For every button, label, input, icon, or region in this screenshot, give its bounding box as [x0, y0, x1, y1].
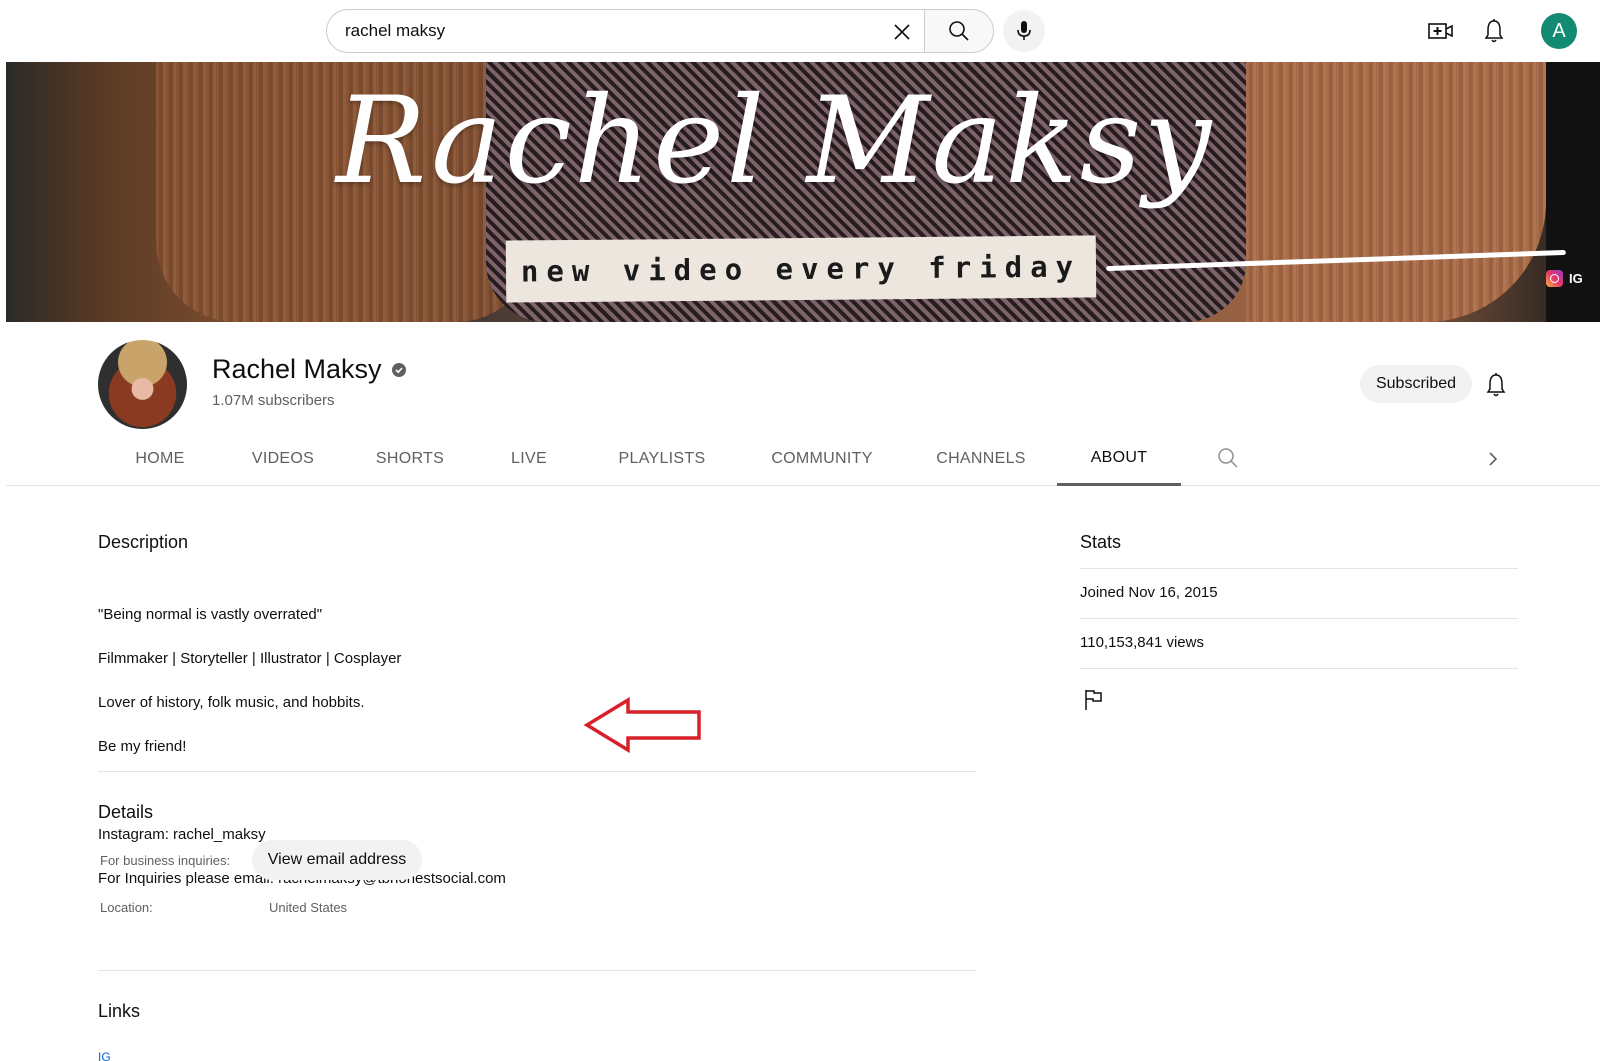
clear-search-button[interactable]	[890, 20, 914, 44]
description-blank-line	[98, 780, 506, 802]
avatar-letter: A	[1552, 19, 1566, 42]
channel-banner: Rachel Maksy new video every friday IG	[6, 62, 1600, 322]
banner-wood-right	[1246, 62, 1546, 322]
banner-tagline: new video every friday	[520, 249, 1082, 289]
banner-instagram-link[interactable]: IG	[1546, 270, 1583, 287]
search-box	[326, 9, 924, 53]
search-input[interactable]	[345, 21, 865, 41]
search-button[interactable]	[924, 9, 994, 53]
account-avatar-button[interactable]: A	[1541, 13, 1577, 49]
view-email-button[interactable]: View email address	[252, 840, 422, 880]
verified-check-icon	[391, 362, 406, 377]
description-line: Lover of history, folk music, and hobbit…	[98, 694, 365, 711]
joined-date: Joined Nov 16, 2015	[1080, 584, 1218, 601]
voice-search-button[interactable]	[1003, 10, 1045, 52]
chevron-right-icon	[1489, 452, 1498, 466]
notifications-button[interactable]	[1479, 15, 1509, 47]
annotation-arrow-icon	[584, 697, 701, 753]
stats-divider	[1080, 618, 1518, 619]
link-ig[interactable]: IG	[98, 1050, 111, 1061]
tab-community[interactable]: COMMUNITY	[755, 432, 889, 486]
links-title: Links	[98, 1001, 141, 1021]
tab-shorts[interactable]: SHORTS	[364, 432, 456, 486]
channel-notification-bell-button[interactable]	[1482, 370, 1510, 400]
channel-search-button[interactable]	[1216, 446, 1242, 472]
stats-divider	[1080, 568, 1518, 569]
location-value: United States	[269, 900, 348, 915]
banner-title: Rachel Maksy	[336, 72, 1214, 211]
instagram-icon	[1546, 270, 1563, 287]
tab-about[interactable]: ABOUT	[1057, 432, 1181, 486]
description-line: Filmmaker | Storyteller | Illustrator | …	[98, 650, 402, 667]
search-icon	[949, 21, 969, 41]
bell-icon	[1486, 373, 1506, 397]
create-video-icon	[1428, 23, 1453, 39]
tab-home[interactable]: HOME	[119, 432, 201, 486]
description-line: Be my friend!	[98, 738, 187, 755]
channel-tabs: HOME VIDEOS SHORTS LIVE PLAYLISTS COMMUN…	[6, 432, 1600, 486]
flag-icon	[1085, 690, 1102, 710]
top-bar: A	[0, 0, 1600, 62]
channel-avatar[interactable]	[98, 340, 187, 429]
total-views: 110,153,841 views	[1080, 634, 1204, 651]
location-label: Location:	[100, 900, 153, 915]
business-inquiries-label: For business inquiries:	[100, 853, 231, 868]
mic-icon	[1017, 21, 1031, 40]
tab-videos[interactable]: VIDEOS	[238, 432, 328, 486]
details-title: Details	[98, 802, 154, 822]
notifications-bell-icon	[1484, 19, 1504, 43]
description-line: "Being normal is vastly overrated"	[98, 606, 323, 623]
tab-playlists[interactable]: PLAYLISTS	[602, 432, 722, 486]
tab-live[interactable]: LIVE	[496, 432, 562, 486]
banner-tagline-strip: new video every friday	[505, 235, 1097, 303]
subscribed-button[interactable]: Subscribed	[1360, 365, 1472, 403]
banner-link-label: IG	[1569, 271, 1583, 286]
search-icon	[1218, 448, 1238, 468]
section-divider	[98, 970, 976, 971]
description-title: Description	[98, 532, 189, 552]
stats-title: Stats	[1080, 532, 1122, 552]
report-button[interactable]	[1082, 688, 1106, 712]
section-divider	[98, 771, 976, 772]
clear-icon	[894, 24, 910, 40]
channel-name-row: Rachel Maksy	[212, 354, 406, 385]
subscriber-count: 1.07M subscribers	[212, 392, 335, 409]
create-button[interactable]	[1426, 16, 1456, 46]
tab-channels[interactable]: CHANNELS	[921, 432, 1041, 486]
tabs-scroll-right-button[interactable]	[1482, 446, 1504, 472]
stats-divider	[1080, 668, 1518, 669]
channel-name: Rachel Maksy	[212, 354, 382, 384]
